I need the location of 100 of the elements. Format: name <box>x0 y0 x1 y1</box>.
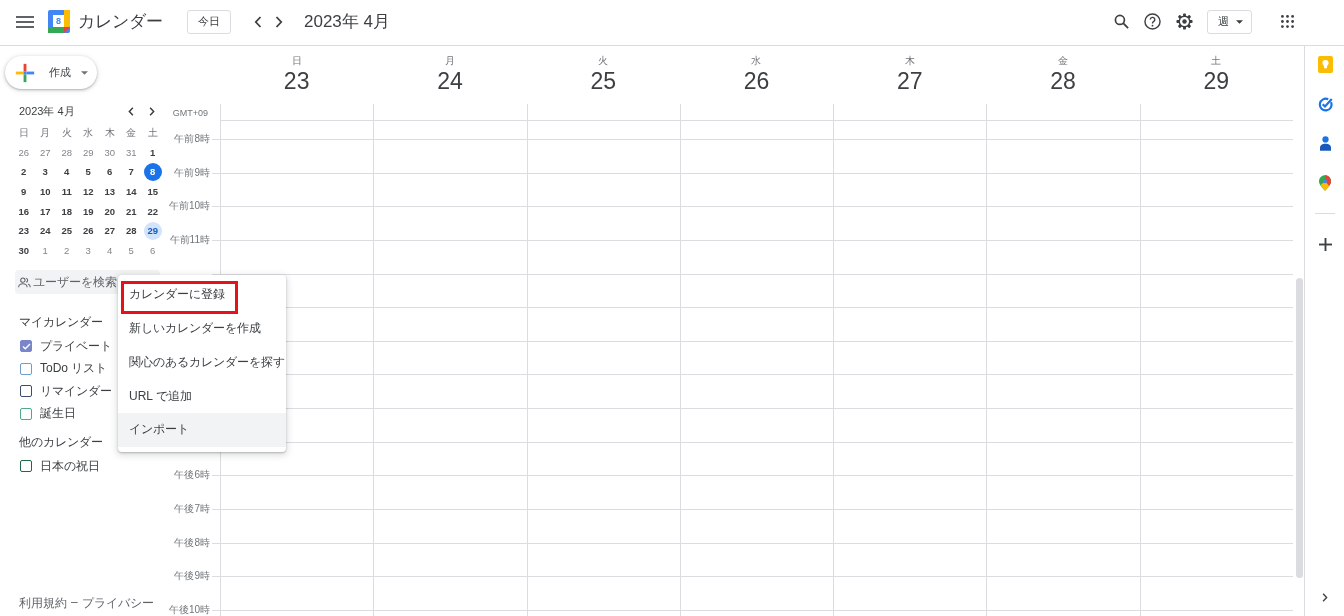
date-cell[interactable]: 27 <box>36 143 55 162</box>
checkbox[interactable] <box>20 340 32 353</box>
day-number[interactable]: 29 <box>1203 67 1230 95</box>
checkbox[interactable] <box>20 460 32 473</box>
date-cell[interactable]: 19 <box>79 202 98 221</box>
checkbox[interactable] <box>20 385 32 398</box>
date-cell[interactable]: 2 <box>57 241 76 260</box>
date-cell[interactable]: 10 <box>36 182 55 201</box>
date-cell[interactable]: 22 <box>143 202 162 221</box>
date-cell[interactable]: 20 <box>100 202 119 221</box>
date-cell[interactable]: 17 <box>36 202 55 221</box>
chevron-right-icon[interactable] <box>149 106 155 116</box>
date-cell[interactable]: 15 <box>143 182 162 201</box>
date-cell[interactable]: 2 <box>14 163 33 181</box>
date-cell[interactable]: 31 <box>122 143 141 162</box>
date-cell[interactable]: 16 <box>14 202 33 221</box>
date-cell[interactable]: 26 <box>14 143 33 162</box>
checkmark-icon <box>21 342 31 350</box>
caret-icon <box>81 70 88 75</box>
weekday-label: 火 <box>60 125 73 140</box>
date-cell[interactable]: 18 <box>57 202 76 221</box>
scrollbar-thumb[interactable] <box>1296 278 1303 578</box>
period-title: 2023年 4月 <box>304 11 390 33</box>
chevron-left-icon[interactable] <box>128 106 134 116</box>
date-cell[interactable]: 29 <box>143 221 162 240</box>
date-cell[interactable]: 14 <box>122 182 141 201</box>
time-label: 午後7時 <box>174 503 210 516</box>
date-cell[interactable]: 28 <box>57 143 76 162</box>
today-button[interactable]: 今日 <box>187 9 231 34</box>
weekday-label: 火 <box>598 55 609 67</box>
section-heading: 他のカレンダー <box>19 434 103 451</box>
date-cell[interactable]: 12 <box>79 182 98 201</box>
time-label: 午後8時 <box>174 536 210 549</box>
date-cell[interactable]: 13 <box>100 182 119 201</box>
date-cell[interactable]: 23 <box>14 221 33 240</box>
map-pin-icon[interactable] <box>1319 175 1331 192</box>
day-number[interactable]: 24 <box>437 67 463 95</box>
date-cell[interactable]: 3 <box>36 163 55 181</box>
checkbox[interactable] <box>20 362 32 375</box>
date-cell[interactable]: 5 <box>122 241 141 260</box>
date-cell[interactable]: 30 <box>14 241 33 260</box>
day-number[interactable]: 23 <box>283 67 310 95</box>
time-label: 午前9時 <box>174 166 210 179</box>
plus-icon[interactable] <box>1318 238 1332 251</box>
date-cell[interactable]: 3 <box>79 241 98 260</box>
menu-item[interactable]: インポート <box>118 413 286 447</box>
apps-grid-icon[interactable] <box>1281 15 1294 28</box>
date-cell[interactable]: 4 <box>57 163 76 181</box>
day-number[interactable]: 28 <box>1050 67 1076 95</box>
view-dropdown[interactable]: 週 <box>1207 9 1252 34</box>
date-cell[interactable]: 9 <box>14 182 33 201</box>
chevron-right-icon[interactable] <box>1322 593 1328 602</box>
chevron-left-icon[interactable] <box>254 15 262 28</box>
date-cell[interactable]: 30 <box>100 143 119 162</box>
settings-icon[interactable] <box>1176 13 1193 30</box>
menu-item[interactable]: URL で追加 <box>118 379 286 413</box>
date-cell[interactable]: 6 <box>143 241 162 260</box>
weekday-label: 日 <box>291 55 302 67</box>
date-cell[interactable]: 27 <box>100 221 119 240</box>
person-icon[interactable] <box>1319 136 1331 152</box>
date-cell[interactable]: 4 <box>100 241 119 260</box>
weekday-label: 月 <box>39 125 52 140</box>
date-cell[interactable]: 7 <box>122 163 141 181</box>
menu-item[interactable]: 新しいカレンダーを作成 <box>118 311 286 346</box>
day-number[interactable]: 27 <box>897 67 923 95</box>
date-cell[interactable]: 1 <box>143 143 162 162</box>
weekday-label: 金 <box>1058 55 1069 67</box>
date-cell[interactable]: 6 <box>100 163 119 181</box>
menu-item[interactable]: 関心のあるカレンダーを探す <box>118 345 286 380</box>
time-label: 午後9時 <box>174 570 210 583</box>
footer-link[interactable]: プライバシー <box>81 595 154 612</box>
date-cell[interactable]: 1 <box>36 241 55 260</box>
date-cell[interactable]: 28 <box>122 221 141 240</box>
weekday-label: 木 <box>904 55 915 67</box>
caret-icon <box>1236 19 1243 24</box>
date-cell[interactable]: 8 <box>143 163 162 181</box>
date-cell[interactable]: 24 <box>36 221 55 240</box>
weekday-label: 土 <box>1211 55 1222 67</box>
menu-icon[interactable] <box>16 15 34 28</box>
chevron-right-icon[interactable] <box>275 15 283 28</box>
help-icon[interactable] <box>1144 13 1161 30</box>
weekday-label: 土 <box>146 125 159 140</box>
date-cell[interactable]: 5 <box>79 163 98 181</box>
date-cell[interactable]: 11 <box>57 182 76 201</box>
date-cell[interactable]: 21 <box>122 202 141 221</box>
checkbox[interactable] <box>20 407 32 420</box>
time-label: 午後6時 <box>174 469 210 482</box>
check-circle-icon[interactable] <box>1317 96 1333 112</box>
create-button[interactable]: 作成 <box>5 56 97 89</box>
weekday-label: 日 <box>17 125 30 140</box>
day-number[interactable]: 25 <box>590 67 616 95</box>
search-icon[interactable] <box>1114 14 1129 29</box>
weekday-label: 月 <box>444 55 455 67</box>
calendar-name: プライベート <box>40 337 112 355</box>
date-cell[interactable]: 25 <box>57 221 76 240</box>
date-cell[interactable]: 29 <box>79 143 98 162</box>
weekday-label: 水 <box>751 55 762 67</box>
footer-link[interactable]: 利用規約 <box>19 595 67 612</box>
day-number[interactable]: 26 <box>743 67 770 95</box>
date-cell[interactable]: 26 <box>79 221 98 240</box>
